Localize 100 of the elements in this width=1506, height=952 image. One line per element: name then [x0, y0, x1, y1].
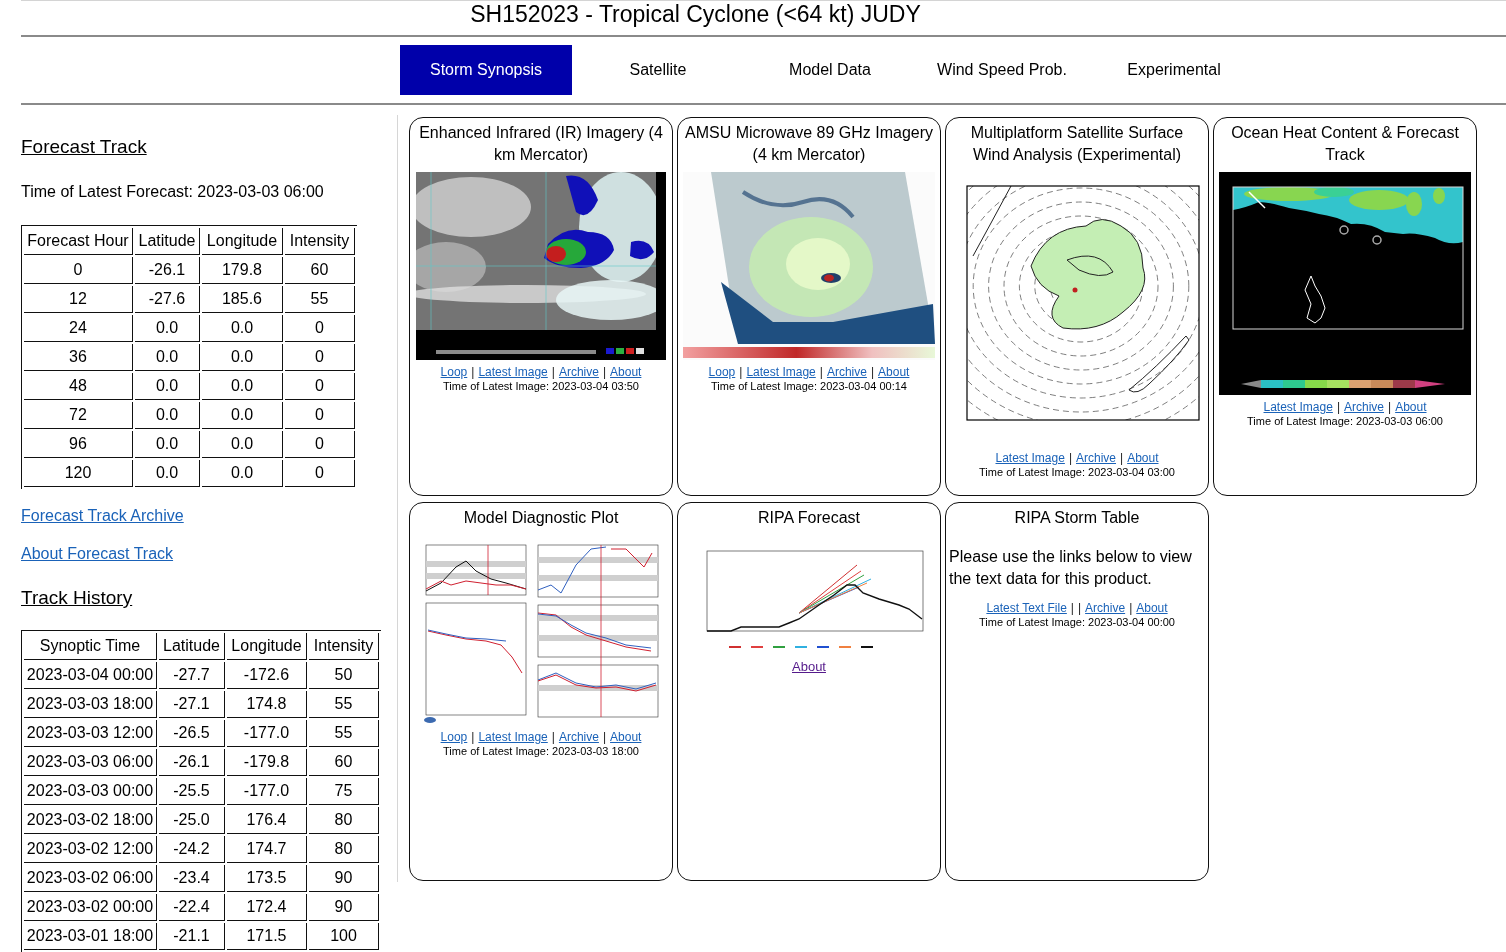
table-cell: -26.1 — [159, 749, 225, 776]
table-cell: 55 — [285, 286, 355, 313]
product-link[interactable]: Archive — [558, 730, 599, 744]
table-cell: 0.0 — [135, 315, 200, 342]
table-cell: 0 — [285, 460, 355, 487]
product-link[interactable]: Archive — [826, 365, 867, 379]
table-cell: 0.0 — [202, 373, 283, 400]
table-cell: 174.7 — [227, 836, 307, 863]
table-cell: 2023-03-03 06:00 — [24, 749, 157, 776]
product-link[interactable]: About — [1127, 451, 1159, 465]
table-cell: -26.5 — [159, 720, 225, 747]
nav-tab[interactable]: Storm Synopsis — [400, 45, 572, 95]
table-cell: 75 — [309, 778, 379, 805]
image-time-text: Time of Latest Image: 2023-03-04 00:00 — [979, 615, 1175, 630]
table-cell: 90 — [309, 865, 379, 892]
link-separator: | — [1129, 601, 1133, 615]
card-title: Multiplatform Satellite Surface Wind Analysis (Experimental) — [969, 123, 1185, 165]
card-title: RIPA Forecast — [758, 508, 860, 528]
image-time-text: Time of Latest Image: 2023-03-04 03:00 — [979, 465, 1175, 480]
table-cell: -179.8 — [227, 749, 307, 776]
link-separator: | — [602, 730, 607, 744]
image-time-text: Time of Latest Image: 2023-03-04 00:14 — [711, 379, 907, 394]
table-cell: 0.0 — [135, 460, 200, 487]
nav-tab[interactable]: Model Data — [744, 45, 916, 95]
table-header: Forecast Hour — [24, 228, 133, 255]
logo-icon — [424, 717, 436, 723]
product-link[interactable]: Latest Image — [1263, 400, 1333, 414]
product-link[interactable]: About — [610, 365, 642, 379]
table-cell: 2023-03-03 12:00 — [24, 720, 157, 747]
section-heading: Track History — [21, 586, 133, 610]
table-cell: 2023-03-02 00:00 — [24, 894, 157, 921]
table-cell: -177.0 — [227, 720, 307, 747]
table-cell: 172.4 — [227, 894, 307, 921]
product-link[interactable]: Latest Image — [995, 451, 1065, 465]
product-link[interactable]: About — [878, 365, 910, 379]
section-heading: Forecast Track — [21, 135, 147, 159]
table-cell: 0.0 — [135, 431, 200, 458]
table-cell: 90 — [309, 894, 379, 921]
card-description: Please use the links below to view the text data for this product. — [949, 547, 1193, 589]
table-cell: 0 — [285, 315, 355, 342]
table-cell: 0 — [285, 402, 355, 429]
table-cell: -22.4 — [159, 894, 225, 921]
table-cell: -21.1 — [159, 923, 225, 950]
product-link[interactable]: Archive — [558, 365, 599, 379]
link-separator: | — [1078, 601, 1082, 615]
product-link[interactable]: Loop — [440, 730, 468, 744]
card-title: AMSU Microwave 89 GHz Imagery (4 km Mercator) — [683, 123, 935, 165]
product-link[interactable]: Latest Text File — [986, 601, 1067, 615]
image-time-text: Time of Latest Image: 2023-03-03 18:00 — [443, 744, 639, 759]
nav-tab[interactable]: Satellite — [572, 45, 744, 95]
table-cell: 96 — [24, 431, 133, 458]
link-separator: | — [471, 730, 475, 744]
coastline-outline — [1304, 275, 1326, 324]
product-link[interactable]: About — [1395, 400, 1427, 414]
nav-tab[interactable]: Experimental — [1088, 45, 1260, 95]
table-header: Latitude — [159, 633, 225, 660]
table-cell: 179.8 — [202, 257, 283, 284]
product-link[interactable]: Loop — [708, 365, 736, 379]
table-cell: 50 — [309, 662, 379, 689]
nav-tab[interactable]: Wind Speed Prob. — [916, 45, 1088, 95]
storm-marker-icon — [1339, 225, 1349, 235]
link-separator: | — [1120, 451, 1124, 465]
page-link[interactable]: Forecast Track Archive — [21, 506, 184, 526]
table-cell: 2023-03-02 18:00 — [24, 807, 157, 834]
product-link[interactable]: About — [1136, 601, 1168, 615]
table-cell: 0.0 — [135, 402, 200, 429]
link-separator: | — [739, 365, 743, 379]
table-cell: 80 — [309, 836, 379, 863]
table-cell: 36 — [24, 344, 133, 371]
table-cell: -25.0 — [159, 807, 225, 834]
table-cell: 0 — [285, 344, 355, 371]
table-cell: 80 — [309, 807, 379, 834]
card-title: Enhanced Infrared (IR) Imagery (4 km Mercator) — [418, 123, 664, 165]
card-title: RIPA Storm Table — [1014, 508, 1140, 528]
link-separator: | — [1068, 451, 1072, 465]
table-cell: 0.0 — [202, 460, 283, 487]
table-cell: 120 — [24, 460, 133, 487]
card-title: Model Diagnostic Plot — [463, 508, 619, 528]
link-separator: | — [819, 365, 823, 379]
table-cell: 2023-03-02 12:00 — [24, 836, 157, 863]
image-time-text: Time of Latest Image: 2023-03-03 06:00 — [1247, 414, 1443, 429]
table-cell: 171.5 — [227, 923, 307, 950]
storm-marker-icon — [1372, 235, 1382, 245]
product-link[interactable]: Latest Image — [478, 365, 548, 379]
table-cell: 174.8 — [227, 691, 307, 718]
table-cell: -177.0 — [227, 778, 307, 805]
table-cell: 2023-03-02 06:00 — [24, 865, 157, 892]
product-link[interactable]: Archive — [1344, 400, 1384, 414]
product-link[interactable]: Archive — [1085, 601, 1126, 615]
product-link[interactable]: Archive — [1076, 451, 1116, 465]
table-cell: -172.6 — [227, 662, 307, 689]
product-link[interactable]: About — [610, 730, 642, 744]
product-link[interactable]: About — [792, 660, 826, 674]
product-link[interactable]: Latest Image — [746, 365, 816, 379]
product-link[interactable]: Loop — [440, 365, 468, 379]
table-cell: 60 — [285, 257, 355, 284]
page-link[interactable]: About Forecast Track — [21, 544, 174, 564]
table-cell: 0.0 — [202, 431, 283, 458]
product-link[interactable]: Latest Image — [478, 730, 548, 744]
table-cell: -27.1 — [159, 691, 225, 718]
